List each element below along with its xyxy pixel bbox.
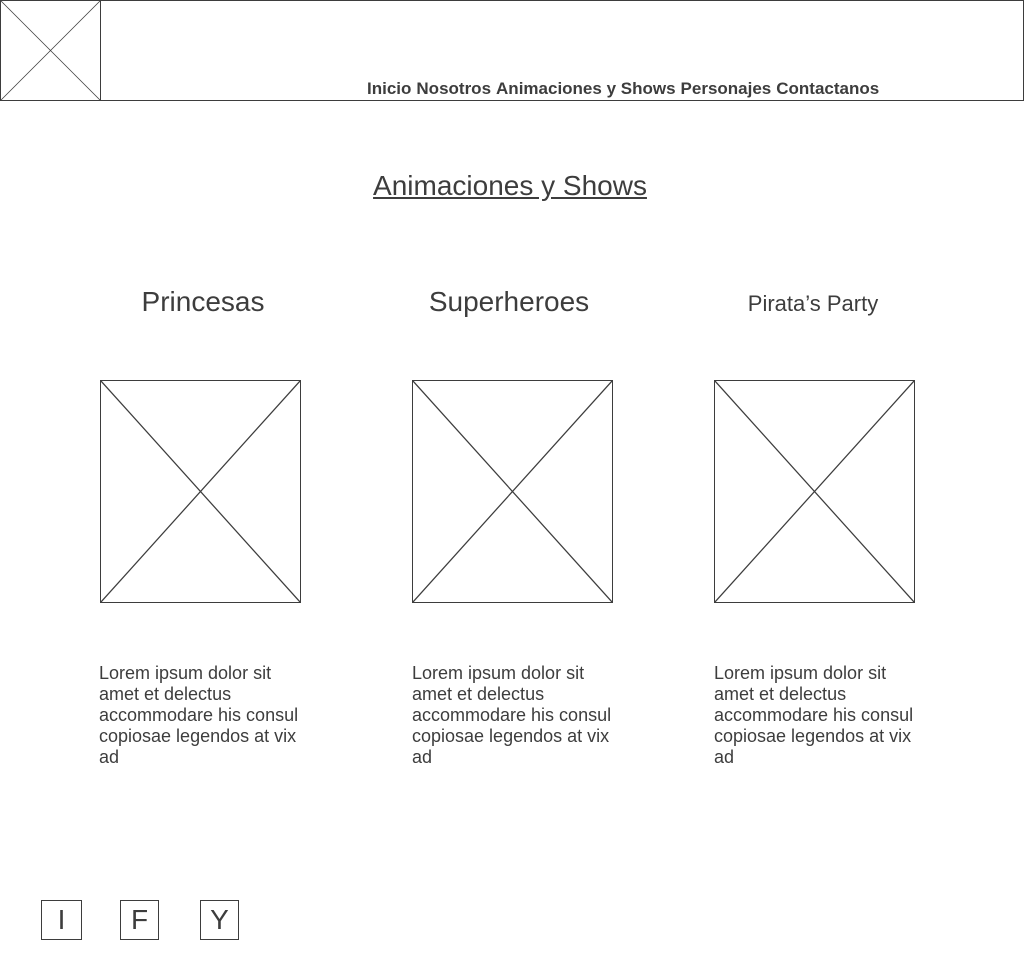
- page-title: Animaciones y Shows: [373, 170, 647, 201]
- instagram-button[interactable]: I: [41, 900, 82, 940]
- card-description: Lorem ipsum dolor sit amet et delectus a…: [412, 663, 612, 767]
- main-nav: Inicio Nosotros Animaciones y Shows Persona…: [367, 79, 884, 99]
- facebook-button[interactable]: F: [120, 900, 159, 940]
- nav-inicio[interactable]: Inicio: [367, 79, 411, 98]
- nav-nosotros[interactable]: Nosotros: [416, 79, 491, 98]
- logo-placeholder-icon: [0, 0, 101, 101]
- nav-animaciones-y-shows[interactable]: Animaciones y Shows: [496, 79, 676, 98]
- nav-personajes[interactable]: Personajes: [681, 79, 772, 98]
- card-description: Lorem ipsum dolor sit amet et delectus a…: [714, 663, 914, 767]
- card-title-princesas: Princesas: [141, 286, 265, 317]
- nav-contactanos[interactable]: Contactanos: [776, 79, 879, 98]
- image-placeholder-icon: [412, 380, 613, 603]
- image-placeholder-icon: [714, 380, 915, 603]
- card-title-pirata-party: Pirata’s Party: [747, 291, 879, 316]
- card-description: Lorem ipsum dolor sit amet et delectus a…: [99, 663, 299, 767]
- card-title-superheroes: Superheroes: [428, 286, 590, 317]
- image-placeholder-icon: [100, 380, 301, 603]
- youtube-button[interactable]: Y: [200, 900, 239, 940]
